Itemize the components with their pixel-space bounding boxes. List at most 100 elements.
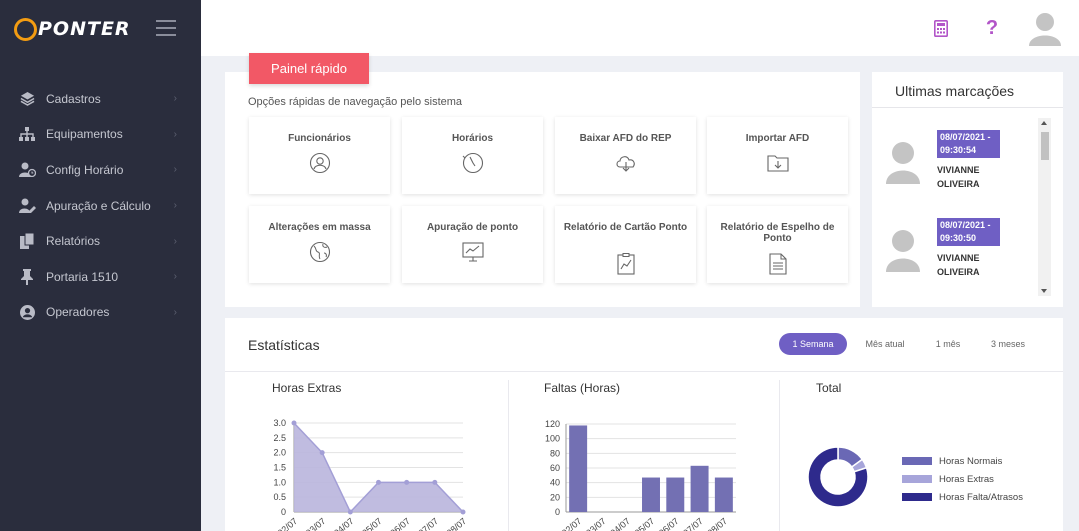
tile-funcionarios[interactable]: Funcionários <box>249 117 390 194</box>
legend-label: Horas Extras <box>939 474 994 485</box>
user-circle-icon <box>18 303 36 321</box>
x-tick-label: 05/07 <box>633 516 657 531</box>
document-icon <box>769 253 787 275</box>
chart-title-total: Total <box>816 381 842 395</box>
data-point <box>319 450 325 456</box>
sidebar-item-operadores[interactable]: Operadores › <box>0 295 201 331</box>
data-point <box>432 479 438 485</box>
filter-3-meses[interactable]: 3 meses <box>981 333 1035 355</box>
sidebar-item-relatorios[interactable]: Relatórios › <box>0 223 201 259</box>
tile-baixar-afd[interactable]: Baixar AFD do REP <box>555 117 696 194</box>
app-logo[interactable]: PONTER <box>14 17 131 41</box>
scroll-down-icon[interactable] <box>1041 289 1047 293</box>
sidebar-item-portaria[interactable]: Portaria 1510 › <box>0 259 201 295</box>
chevron-right-icon: › <box>173 306 177 318</box>
cloud-download-icon <box>616 156 635 172</box>
bar <box>666 477 685 512</box>
y-tick-label: 2.5 <box>273 433 286 443</box>
filter-1-semana[interactable]: 1 Semana <box>779 333 847 355</box>
tile-horarios[interactable]: Horários <box>402 117 543 194</box>
tile-apuracao-ponto[interactable]: Apuração de ponto <box>402 206 543 283</box>
sidebar-item-label: Equipamentos <box>46 127 123 142</box>
sidebar-item-label: Relatórios <box>46 234 101 249</box>
x-tick-label: 02/07 <box>560 516 584 531</box>
logo-o-ring <box>14 17 37 41</box>
data-point <box>460 509 466 515</box>
logo-text: PONTER <box>38 18 131 40</box>
tile-label: Funcionários <box>288 133 351 144</box>
legend-swatch <box>902 457 932 465</box>
mark-name-line2: OLIVEIRA <box>937 179 980 189</box>
y-tick-label: 0 <box>555 507 560 517</box>
calculator-icon[interactable] <box>930 16 952 40</box>
mark-time-badge: 08/07/2021 - 09:30:50 <box>937 218 1000 246</box>
x-tick-label: 07/07 <box>681 516 705 531</box>
faltas-chart: 120 100 80 60 40 20 002/07 03/07 04/07 05/07 06/07… <box>545 419 736 531</box>
tile-label: Relatório de Espelho de Ponto <box>720 222 835 244</box>
legend-label: Horas Falta/Atrasos <box>939 492 1023 503</box>
user-icon <box>309 152 331 174</box>
avatar-icon <box>886 142 920 184</box>
total-chart: Horas Normais Horas Extras Horas Falta/Atr… <box>807 446 1023 508</box>
mark-name-line2: OLIVEIRA <box>937 267 980 277</box>
tile-relatorio-espelho[interactable]: Relatório de Espelho de Ponto <box>707 206 848 283</box>
chevron-right-icon: › <box>173 200 177 212</box>
bar <box>690 465 709 512</box>
data-point <box>404 479 410 485</box>
avatar-icon <box>886 230 920 272</box>
sidebar-item-label: Operadores <box>46 305 110 320</box>
tile-relatorio-cartao[interactable]: Relatório de Cartão Ponto <box>555 206 696 283</box>
last-marks-title: Ultimas marcações <box>895 83 1015 99</box>
x-tick-label: 04/07 <box>608 516 632 531</box>
y-tick-label: 40 <box>550 478 560 488</box>
legend-swatch <box>902 475 932 483</box>
scroll-up-icon[interactable] <box>1041 121 1047 125</box>
tile-importar-afd[interactable]: Importar AFD <box>707 117 848 194</box>
y-tick-label: 3.0 <box>273 418 286 428</box>
x-tick-label: 07/07 <box>416 516 440 531</box>
monitor-chart-icon <box>462 242 484 262</box>
filter-1-mes[interactable]: 1 mês <box>925 333 971 355</box>
x-tick-label: 03/07 <box>584 516 608 531</box>
clock-icon <box>462 152 484 174</box>
user-edit-icon <box>18 197 36 215</box>
x-tick-label: 04/07 <box>332 516 356 531</box>
bar <box>714 477 733 512</box>
sidebar-item-label: Apuração e Cálculo <box>46 198 151 213</box>
mark-item[interactable]: 08/07/2021 - 09:30:54 VIVIANNE OLIVEIRA <box>872 130 1042 210</box>
tile-label: Apuração de ponto <box>426 222 519 233</box>
filter-mes-atual[interactable]: Mês atual <box>853 333 917 355</box>
user-avatar-icon[interactable] <box>1027 10 1063 46</box>
bar <box>642 477 660 512</box>
tile-label: Alterações em massa <box>268 222 371 233</box>
sidebar-menu: Cadastros › Equipamentos › Config Horári… <box>0 81 201 330</box>
help-icon[interactable]: ? <box>981 16 1003 40</box>
horas-extras-chart: 3.0 2.5 2.0 1.5 1.0 0.5 002/07 03/07 04/07 05/07 0… <box>273 418 468 531</box>
legend-swatch <box>902 493 932 501</box>
menu-toggle-icon[interactable] <box>156 20 176 41</box>
sidebar-item-equipamentos[interactable]: Equipamentos › <box>0 117 201 153</box>
tile-alteracoes-massa[interactable]: Alterações em massa <box>249 206 390 283</box>
sidebar-item-label: Portaria 1510 <box>46 269 119 284</box>
sidebar-item-label: Config Horário <box>46 162 124 177</box>
y-tick-label: 2.0 <box>273 448 286 458</box>
scroll-thumb[interactable] <box>1041 132 1049 160</box>
copy-icon <box>18 232 36 250</box>
sitemap-icon <box>18 125 36 143</box>
marks-scrollbar[interactable] <box>1038 118 1051 296</box>
sidebar-item-cadastros[interactable]: Cadastros › <box>0 81 201 117</box>
y-tick-label: 0 <box>281 507 286 517</box>
x-tick-label: 06/07 <box>657 516 681 531</box>
divider <box>225 371 1063 372</box>
mark-item[interactable]: 08/07/2021 - 09:30:50 VIVIANNE OLIVEIRA <box>872 218 1042 298</box>
layers-icon <box>18 90 36 108</box>
tile-label: Baixar AFD do REP <box>579 133 672 144</box>
sidebar-item-config-horario[interactable]: Config Horário › <box>0 152 201 188</box>
tile-label: Relatório de Cartão Ponto <box>563 222 688 233</box>
sidebar-item-apuracao[interactable]: Apuração e Cálculo › <box>0 188 201 224</box>
quick-panel-badge: Painel rápido <box>249 53 369 84</box>
data-point <box>376 479 381 485</box>
mark-name: VIVIANNE OLIVEIRA <box>937 251 980 279</box>
mark-time: 09:30:50 <box>940 233 977 243</box>
sidebar: PONTER Cadastros › Equipamentos › Config… <box>0 0 201 531</box>
